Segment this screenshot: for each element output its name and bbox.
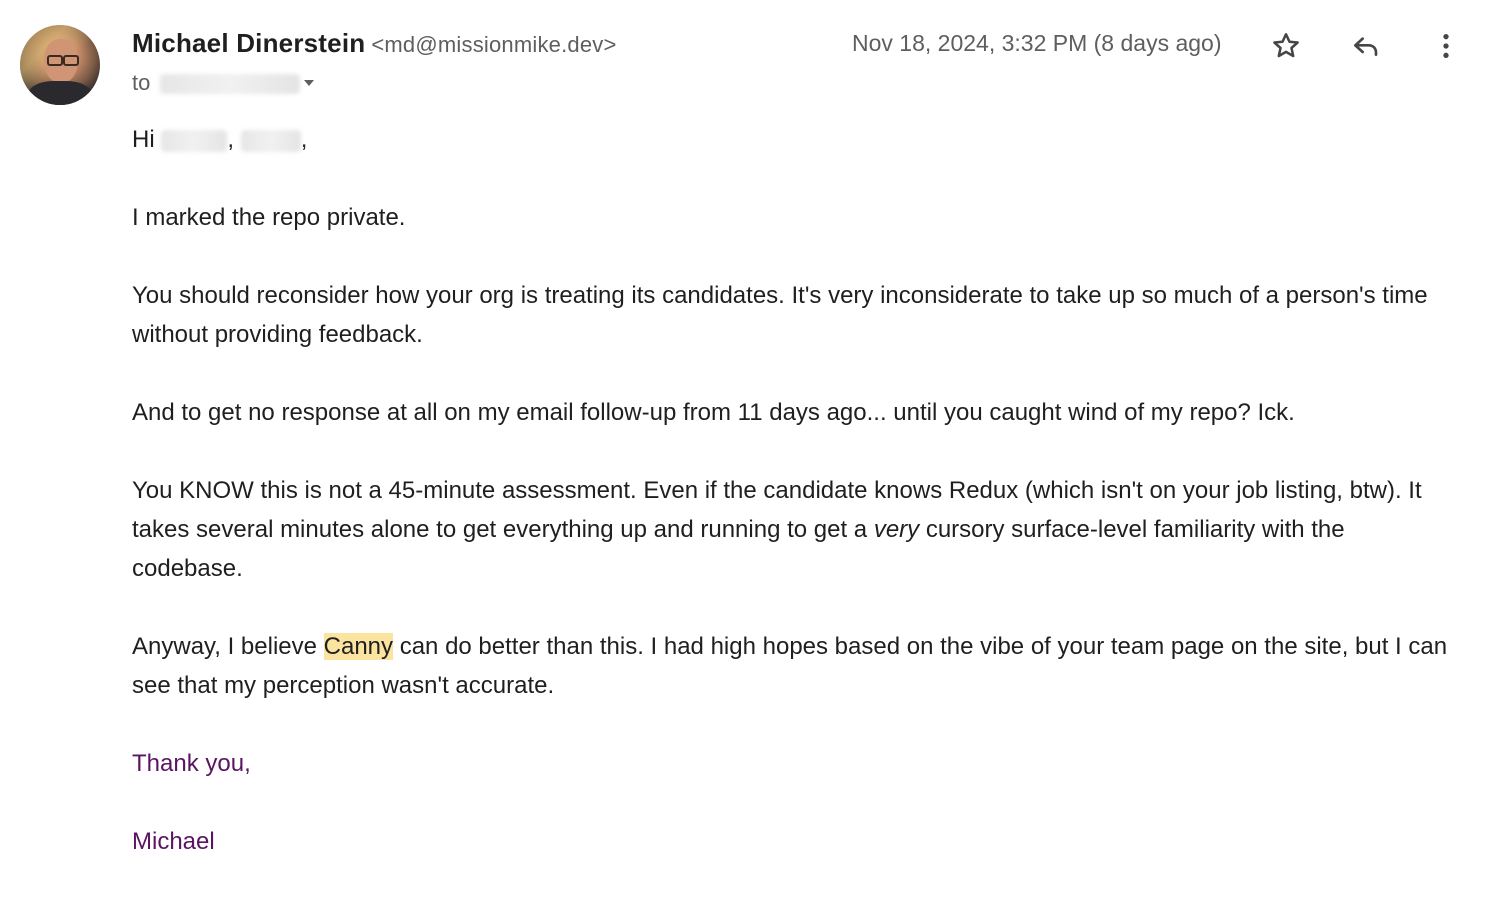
more-options-button[interactable]: [1426, 26, 1466, 66]
highlighted-company-name: Canny: [323, 633, 394, 660]
star-outline-icon: [1273, 33, 1299, 58]
redacted-recipient-2: [240, 129, 301, 152]
recipients-line[interactable]: to: [132, 70, 315, 96]
greeting-separator: ,: [227, 126, 235, 153]
body-paragraph-4: You KNOW this is not a 45-minute assessm…: [132, 471, 1462, 588]
body-paragraph-5: Anyway, I believe Canny can do better th…: [132, 627, 1462, 705]
greeting-line: Hi , ,: [132, 120, 1462, 159]
avatar-glasses-left: [47, 55, 63, 66]
sender-header: Michael Dinerstein <md@missionmike.dev>: [132, 28, 617, 59]
redacted-recipient-1: [161, 129, 228, 152]
emphasis-very: very: [873, 516, 920, 543]
body-paragraph-2: You should reconsider how your org is tr…: [132, 282, 1428, 348]
avatar-glasses-right: [63, 55, 79, 66]
reply-button[interactable]: [1346, 26, 1386, 66]
body-paragraph-1: I marked the repo private.: [132, 204, 406, 231]
signature-name: Michael: [132, 828, 215, 855]
sender-avatar[interactable]: [20, 25, 100, 105]
greeting-end: ,: [300, 126, 308, 153]
paragraph-5-part-1: Anyway, I believe: [132, 633, 324, 660]
email-timestamp: Nov 18, 2024, 3:32 PM (8 days ago): [852, 30, 1222, 56]
recipients-dropdown-icon[interactable]: [304, 80, 315, 87]
redacted-recipients: [160, 74, 301, 95]
avatar-shirt: [28, 81, 92, 105]
greeting-prefix: Hi: [132, 126, 155, 153]
recipients-prefix: to: [132, 70, 151, 95]
email-body: Hi , , I marked the repo private. You sh…: [132, 120, 1462, 900]
reply-arrow-icon: [1354, 37, 1378, 56]
body-paragraph-3: And to get no response at all on my emai…: [132, 399, 1295, 426]
signoff-line: Thank you,: [132, 750, 251, 777]
star-button[interactable]: [1266, 26, 1306, 66]
sender-email[interactable]: <md@missionmike.dev>: [371, 32, 616, 57]
sender-name[interactable]: Michael Dinerstein: [132, 28, 365, 58]
vertical-dots-icon: [1443, 34, 1449, 58]
